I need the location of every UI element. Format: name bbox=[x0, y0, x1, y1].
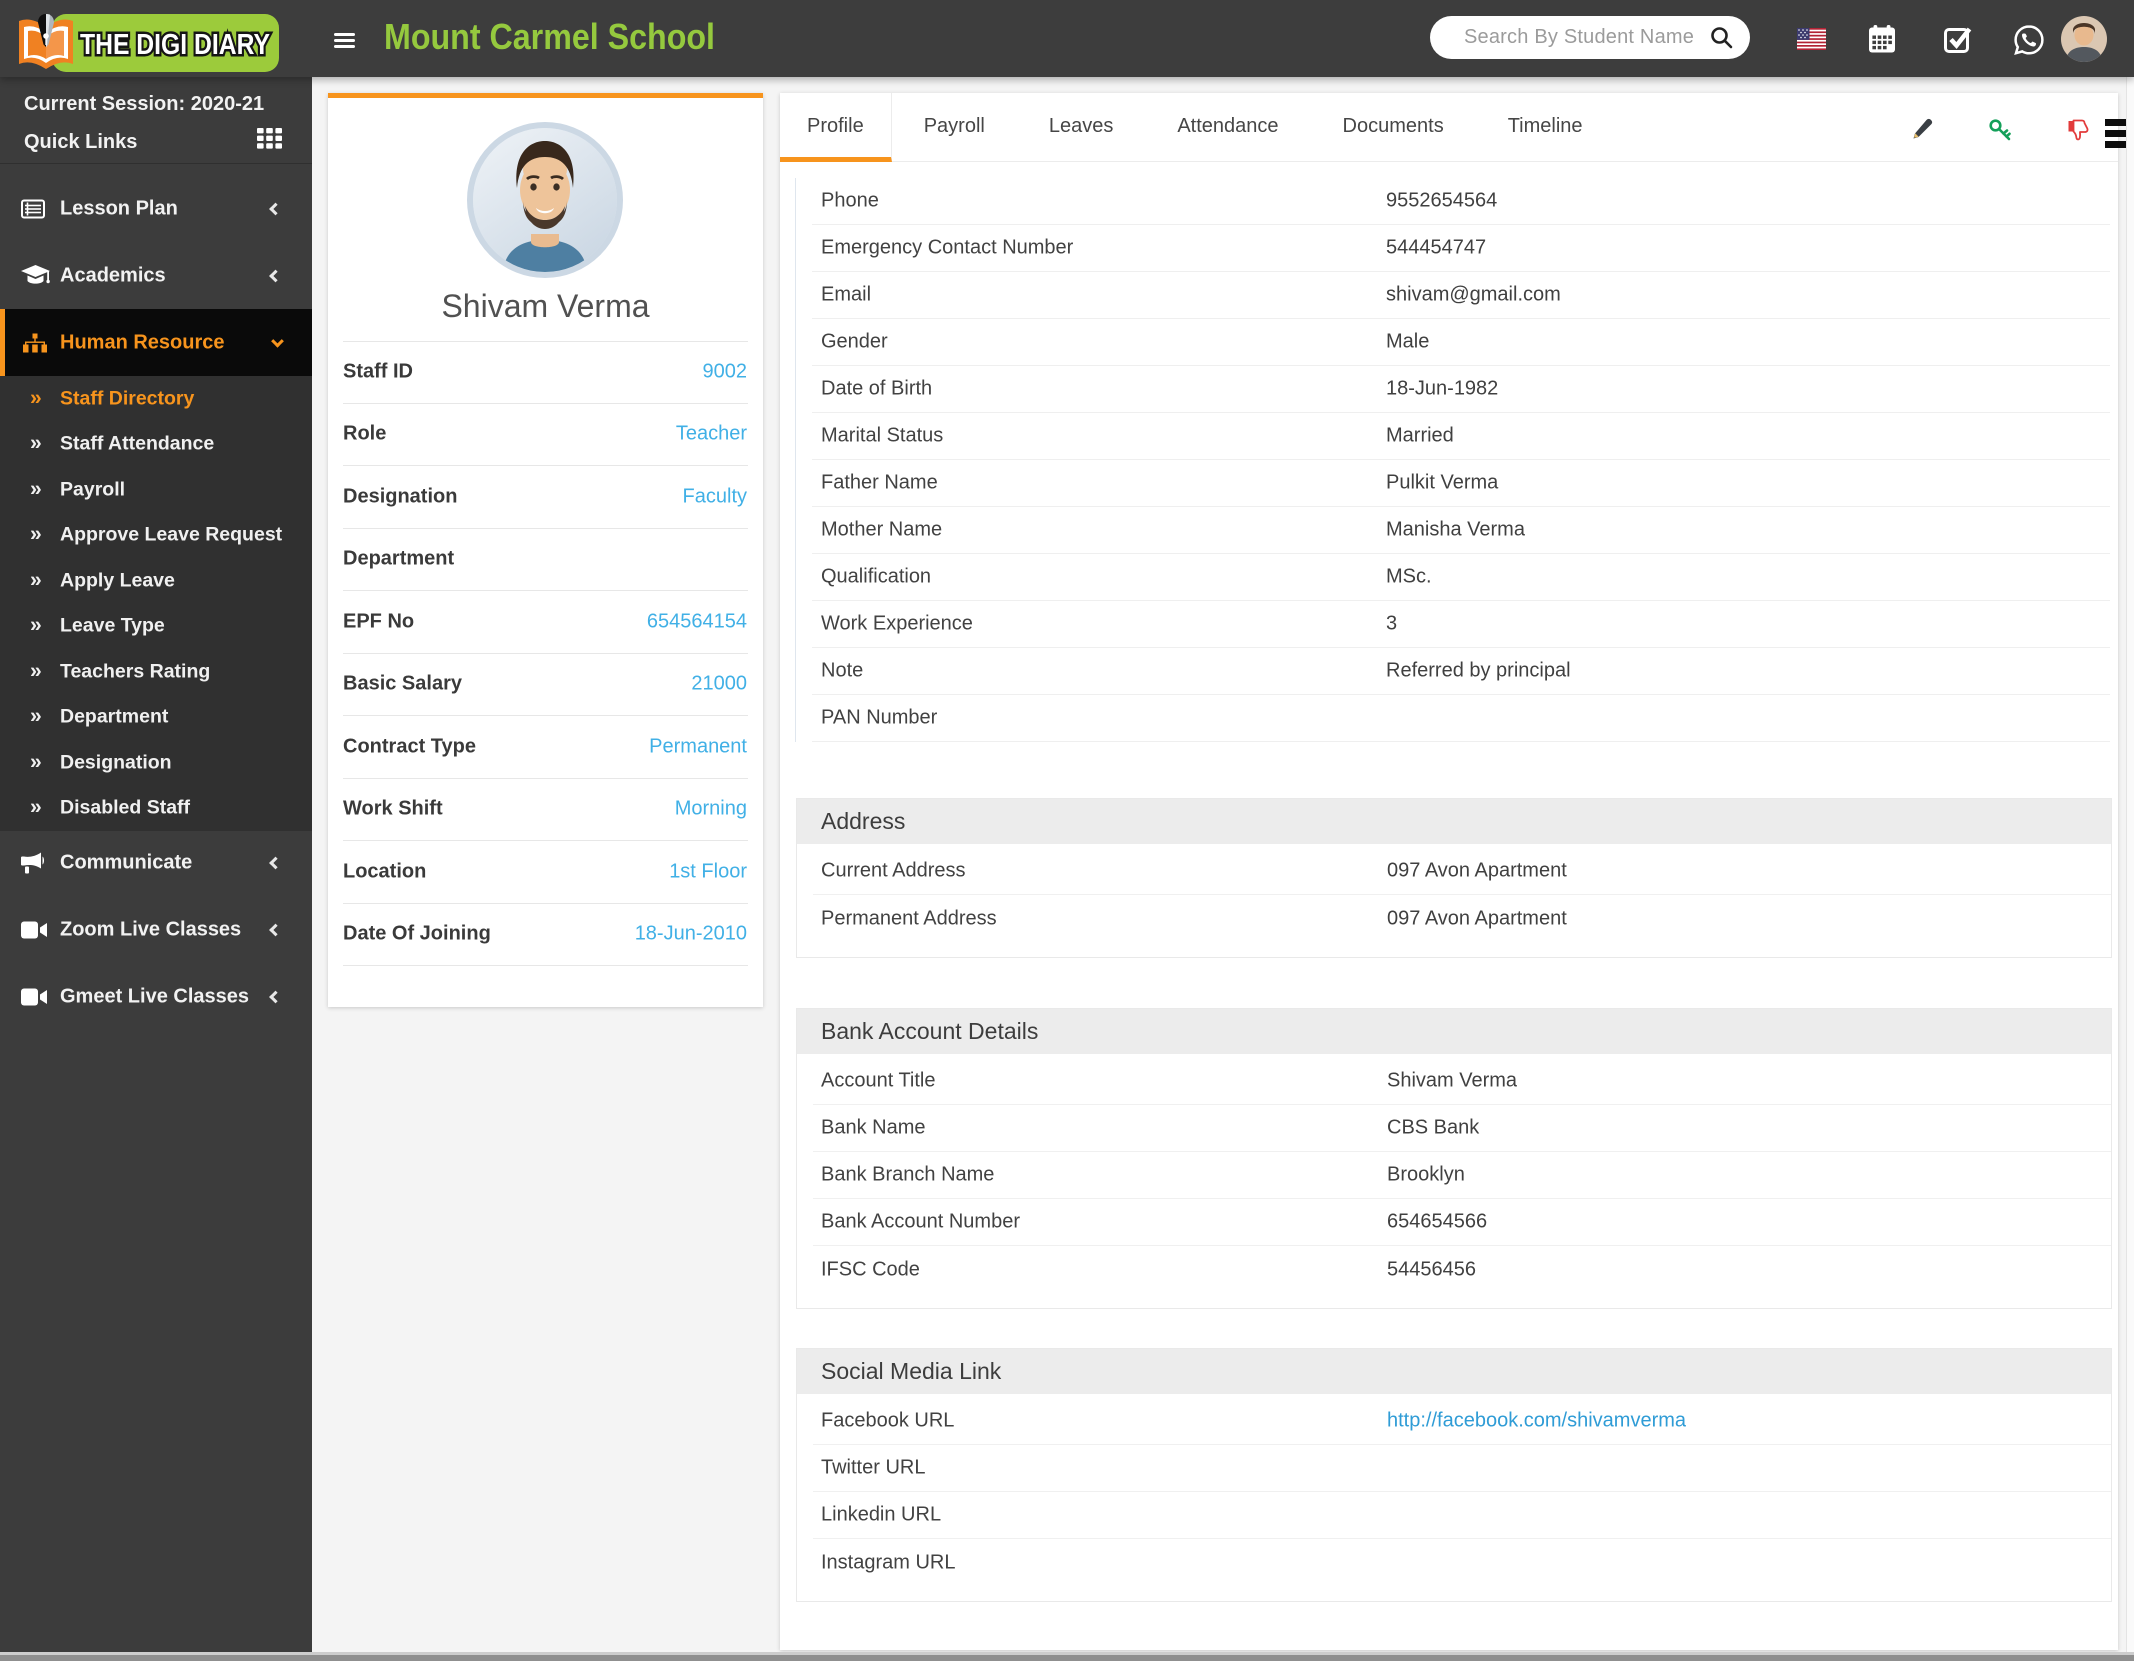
svg-text:THE DIGI DIARY: THE DIGI DIARY bbox=[80, 29, 270, 61]
svg-text:Mount Carmel School: Mount Carmel School bbox=[384, 16, 715, 57]
